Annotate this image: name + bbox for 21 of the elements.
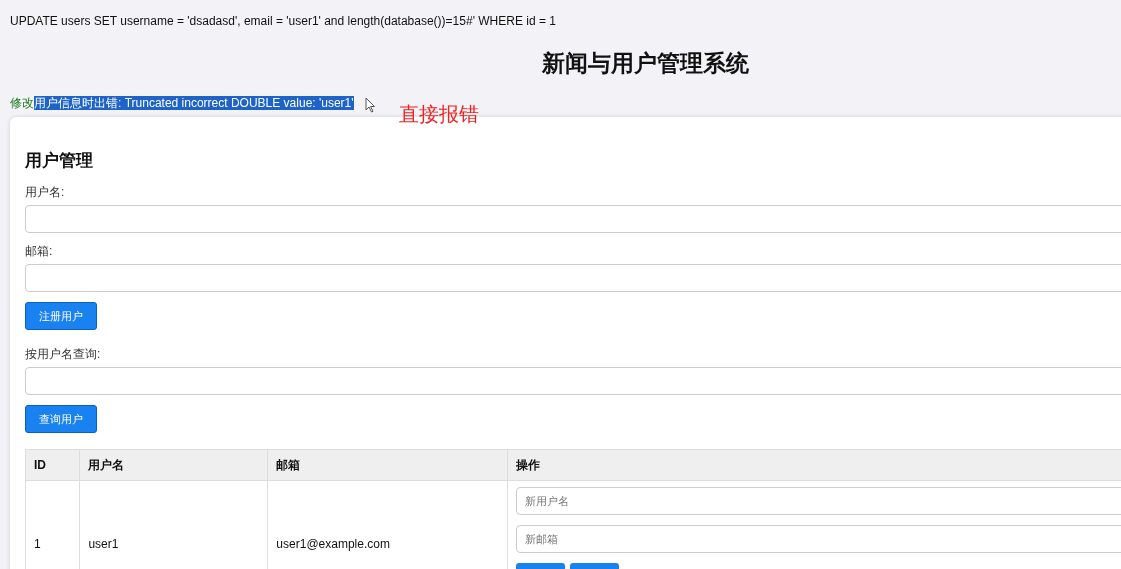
table-cell: 1 [25,480,80,569]
input-field[interactable]: 新邮箱 [515,525,1121,553]
annotation-text: 直接报错 [399,102,479,126]
column-header: ID [25,449,80,481]
section-heading: 用户管理 [25,150,94,172]
column-header: 操作 [507,449,1121,481]
page-title: 新闻与用户管理系统 [540,49,750,78]
input-field[interactable] [25,205,1121,233]
input-field[interactable] [25,264,1121,292]
search-button[interactable]: 查询用户 [25,405,97,433]
register-button[interactable]: 注册用户 [25,302,97,330]
mouse-pointer-icon [365,97,376,113]
input-field[interactable]: 新用户名 [515,487,1121,515]
column-header: 用户名 [79,449,268,481]
column-header: 邮箱 [267,449,508,481]
search-field[interactable] [25,367,1121,395]
field-label: 按用户名查询: [25,346,102,363]
field-label: 用户名: [25,184,66,201]
field-label: 邮箱: [25,243,54,260]
error-message: 修改用户信息时出错: Truncated incorrect DOUBLE value: 'user1' [10,95,354,112]
sql-query-text: UPDATE users SET username = 'dsadasd', email = 'user1' and length(database())=15#' WHERE id = 1 [10,14,556,28]
